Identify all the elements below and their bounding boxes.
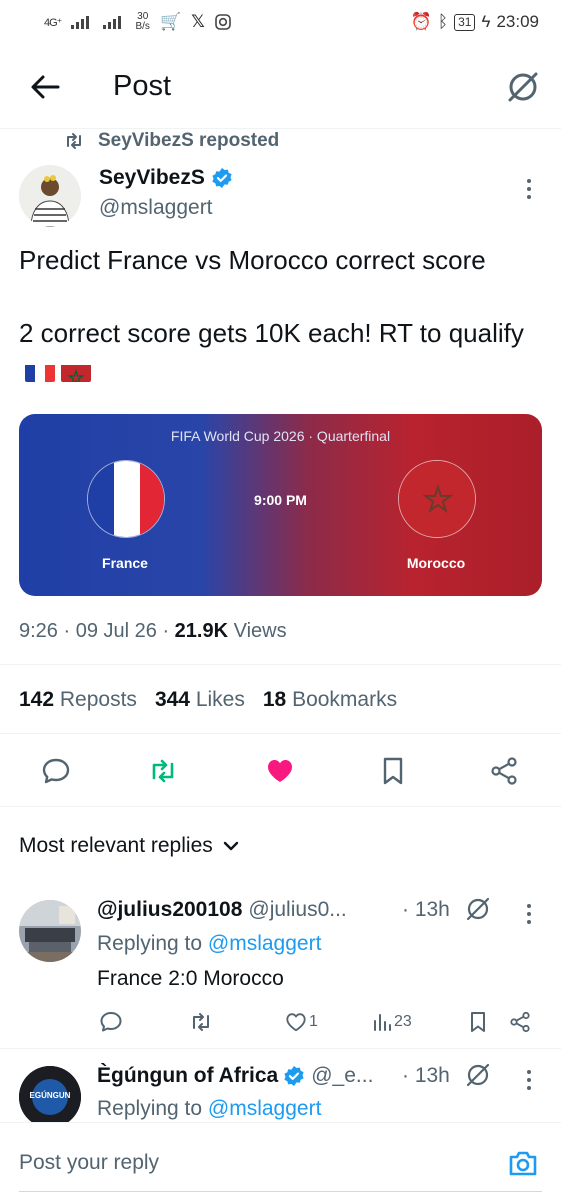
charging-icon: ϟ bbox=[481, 12, 491, 31]
shop-icon: 🛒 bbox=[159, 12, 182, 31]
reply-more-options-icon[interactable] bbox=[525, 904, 533, 928]
post-header: Post bbox=[0, 56, 561, 120]
france-flag-icon bbox=[25, 360, 55, 382]
grok-icon[interactable] bbox=[506, 70, 540, 104]
reply-author-name[interactable]: Ègúngun of Africa bbox=[97, 1064, 278, 1088]
morocco-flag-icon bbox=[61, 360, 91, 382]
tweet-line-1: Predict France vs Morocco correct score bbox=[19, 245, 486, 275]
tweet-text: Predict France vs Morocco correct score … bbox=[19, 242, 544, 425]
share-icon[interactable] bbox=[489, 756, 519, 786]
divider bbox=[0, 733, 561, 734]
verified-badge-icon bbox=[212, 168, 232, 188]
reply-header: @julius200108 @julius0... bbox=[97, 898, 347, 922]
bookmark-icon[interactable] bbox=[378, 756, 408, 786]
replying-to: Replying to @mslaggert bbox=[97, 1097, 322, 1120]
author-handle[interactable]: @mslaggert bbox=[99, 196, 213, 220]
divider bbox=[0, 128, 561, 129]
reply-header: Ègúngun of Africa @_e... bbox=[97, 1064, 373, 1088]
signal-icon bbox=[71, 16, 90, 29]
repost-button-icon[interactable] bbox=[148, 756, 178, 786]
signal-icon-2 bbox=[103, 16, 122, 29]
replying-to-link[interactable]: @mslaggert bbox=[208, 932, 322, 955]
engagement-stats: 142 Reposts 344 Likes 18 Bookmarks bbox=[19, 688, 397, 712]
reply-share-icon[interactable] bbox=[509, 1009, 531, 1035]
divider bbox=[0, 806, 561, 807]
divider bbox=[0, 1048, 561, 1049]
data-speed: 30 B/s bbox=[135, 11, 150, 32]
reply-avatar[interactable]: EGÚNGUN bbox=[19, 1066, 81, 1122]
views-chart-icon bbox=[374, 1014, 391, 1031]
replying-to-link[interactable]: @mslaggert bbox=[208, 1097, 322, 1120]
heart-icon bbox=[286, 1013, 306, 1032]
author-name[interactable]: SeyVibezS bbox=[99, 166, 233, 190]
grok-icon[interactable] bbox=[465, 1062, 491, 1088]
reply-icon[interactable] bbox=[41, 756, 71, 786]
reply-composer: Post your reply bbox=[0, 1122, 561, 1200]
author-avatar[interactable] bbox=[19, 165, 81, 227]
competition-label: FIFA World Cup 2026 · Quarterfinal bbox=[170, 428, 391, 444]
reply-repost-icon[interactable] bbox=[189, 1009, 213, 1035]
instagram-icon bbox=[215, 14, 231, 30]
repost-text: SeyVibezS reposted bbox=[98, 130, 280, 151]
bookmarks-stat[interactable]: 18 Bookmarks bbox=[263, 688, 397, 712]
verified-badge-icon bbox=[284, 1066, 304, 1086]
reply-comment-icon[interactable] bbox=[99, 1009, 123, 1035]
reply-author-handle[interactable]: @julius0... bbox=[248, 898, 346, 922]
repost-indicator[interactable]: SeyVibezS reposted bbox=[64, 130, 279, 152]
grok-icon[interactable] bbox=[465, 896, 491, 922]
repost-icon bbox=[67, 133, 81, 149]
alarm-icon: ⏰ bbox=[410, 12, 432, 31]
clock: 23:09 bbox=[496, 12, 539, 31]
reply-like-button[interactable]: 1 bbox=[285, 1009, 318, 1035]
bluetooth-icon: ᛒ bbox=[437, 12, 449, 31]
morocco-team-flag bbox=[398, 460, 476, 538]
reply-time: · 13h bbox=[402, 1064, 450, 1087]
replies-sort-dropdown[interactable]: Most relevant replies bbox=[19, 834, 239, 858]
replying-to: Replying to @mslaggert bbox=[97, 932, 322, 955]
likes-stat[interactable]: 344 Likes bbox=[155, 688, 245, 712]
reply-more-options-icon[interactable] bbox=[525, 1070, 533, 1094]
more-options-icon[interactable] bbox=[525, 179, 533, 203]
tweet-line-2: 2 correct score gets 10K each! RT to qua… bbox=[19, 315, 529, 389]
post-meta: 9:26 · 09 Jul 26 · 21.9K Views bbox=[19, 620, 287, 642]
x-app-icon: 𝕏 bbox=[191, 12, 205, 31]
reply-item[interactable]: EGÚNGUN Ègúngun of Africa @_e... · 13h R… bbox=[0, 1062, 561, 1122]
reply-views[interactable]: 23 bbox=[372, 1009, 412, 1035]
home-team-name: France bbox=[102, 555, 148, 571]
reply-text: France 2:0 Morocco bbox=[97, 967, 284, 990]
reply-author-name[interactable]: @julius200108 bbox=[97, 898, 242, 922]
reply-item[interactable]: @julius200108 @julius0... · 13h Replying… bbox=[0, 896, 561, 1046]
reply-input[interactable]: Post your reply bbox=[19, 1151, 159, 1175]
back-arrow-icon[interactable] bbox=[28, 70, 62, 104]
match-card[interactable]: FIFA World Cup 2026 · Quarterfinal Franc… bbox=[19, 414, 542, 596]
reply-avatar[interactable] bbox=[19, 900, 81, 962]
network-type: 4G⁺ bbox=[44, 16, 63, 29]
page-title: Post bbox=[113, 70, 172, 102]
status-bar: 4G⁺ 30 B/s 🛒 𝕏 ⏰ ᛒ 31 ϟ 23:09 bbox=[0, 0, 561, 44]
camera-icon[interactable] bbox=[507, 1147, 539, 1179]
reply-actions: 1 23 bbox=[97, 1009, 537, 1039]
reposts-stat[interactable]: 142 Reposts bbox=[19, 688, 137, 712]
composer-underline bbox=[19, 1191, 542, 1192]
like-heart-icon[interactable] bbox=[265, 756, 295, 786]
reply-author-handle[interactable]: @_e... bbox=[311, 1064, 373, 1088]
battery-level: 31 bbox=[454, 13, 476, 31]
divider bbox=[0, 664, 561, 665]
reply-time: · 13h bbox=[402, 898, 450, 921]
away-team-name: Morocco bbox=[406, 555, 466, 571]
reply-bookmark-icon[interactable] bbox=[467, 1009, 489, 1035]
chevron-down-icon bbox=[223, 841, 238, 851]
views-count: 21.9K bbox=[174, 620, 229, 642]
action-bar bbox=[0, 748, 561, 794]
